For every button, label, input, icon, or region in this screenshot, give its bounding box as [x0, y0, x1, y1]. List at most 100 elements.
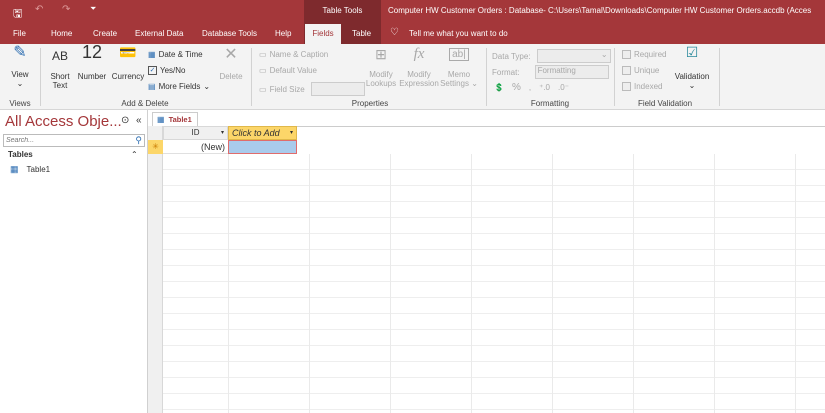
- format-label: Format:: [492, 67, 520, 77]
- number-label: Number: [77, 72, 107, 81]
- nav-item-table1[interactable]: ▦ Table1: [10, 164, 50, 175]
- indexed-checkbox[interactable]: Indexed: [622, 82, 662, 91]
- document-tab-label: Table1: [168, 115, 192, 124]
- date-time-button[interactable]: ▦ Date & Time: [148, 50, 203, 59]
- memo-icon: ab|: [449, 48, 469, 61]
- data-type-label: Data Type:: [492, 51, 531, 61]
- column-header-click-to-add[interactable]: Click to Add ▾: [228, 126, 297, 140]
- group-label-field-validation: Field Validation: [637, 99, 693, 108]
- redo-icon[interactable]: ↷: [62, 4, 70, 15]
- sort-filter-dropdown-icon[interactable]: ▾: [221, 127, 224, 139]
- customize-qat-icon[interactable]: ⏷: [90, 4, 96, 14]
- group-label-views: Views: [9, 99, 31, 108]
- more-fields-button[interactable]: ▤ More Fields ⌄: [148, 82, 210, 91]
- more-fields-label: More Fields: [158, 82, 201, 91]
- column-header-id[interactable]: ID ▾: [163, 126, 228, 140]
- tab-file[interactable]: File: [13, 29, 26, 38]
- document-tab-table1[interactable]: ▦ Table1: [152, 112, 198, 126]
- add-field-dropdown-icon[interactable]: ▾: [290, 127, 293, 139]
- default-value-icon: ▭: [259, 66, 267, 75]
- search-icon[interactable]: ⚲: [135, 135, 142, 146]
- lightbulb-icon: ♡: [390, 27, 399, 38]
- datasheet-area: ▦ Table1 ID ▾ Click to Add ▾ ✳ (New): [148, 110, 825, 413]
- new-record-id-cell[interactable]: (New): [163, 140, 228, 154]
- tab-table[interactable]: Table: [352, 29, 371, 38]
- currency-format-icon[interactable]: 💲: [494, 83, 504, 92]
- format-row: Format: Formatting: [492, 65, 609, 79]
- percent-button[interactable]: %: [512, 82, 521, 93]
- unique-label: Unique: [634, 66, 660, 75]
- format-select[interactable]: Formatting: [534, 65, 609, 79]
- currency-label: Currency: [111, 72, 145, 81]
- nav-item-label: Table1: [26, 165, 51, 174]
- date-time-label: Date & Time: [158, 50, 203, 59]
- comma-button[interactable]: ,: [529, 83, 531, 92]
- decrease-decimals-icon[interactable]: .0⁻: [558, 83, 569, 92]
- nav-section-tables[interactable]: Tables: [8, 150, 33, 159]
- required-checkbox[interactable]: Required: [622, 50, 666, 59]
- table-icon: ▦: [10, 164, 19, 174]
- group-label-add-delete: Add & Delete: [121, 99, 169, 108]
- checkbox-icon: ✓: [148, 66, 157, 75]
- default-value-label: Default Value: [269, 66, 317, 75]
- more-fields-icon: ▤: [148, 82, 156, 91]
- new-record-marker[interactable]: ✳: [148, 140, 163, 154]
- shutter-bar-close-icon[interactable]: «: [136, 115, 142, 126]
- name-caption-icon: ▭: [259, 50, 267, 59]
- modify-lookups-label: Modify Lookups: [365, 70, 397, 88]
- context-group-label: Table Tools: [322, 6, 363, 15]
- row-selector-column: [148, 126, 163, 413]
- view-icon: ✎: [13, 44, 27, 61]
- table-icon: ▦: [157, 115, 165, 124]
- tab-home[interactable]: Home: [51, 29, 72, 38]
- number-format-buttons: 💲 % , ⁺.0 .0⁻: [494, 82, 569, 93]
- field-size-row: ▭ Field Size: [259, 82, 365, 96]
- title-bar: 🖫 ↶ ↷ ⏷ Table Tools Computer HW Customer…: [0, 0, 825, 22]
- search-box: ⚲: [3, 134, 145, 147]
- yes-no-label: Yes/No: [160, 66, 186, 75]
- currency-icon: 💳: [119, 44, 137, 60]
- field-size-icon: ▭: [259, 84, 267, 94]
- tab-fields[interactable]: Fields: [305, 24, 341, 44]
- undo-icon[interactable]: ↶: [35, 4, 43, 15]
- number-button[interactable]: 12 Number: [75, 42, 109, 81]
- view-button[interactable]: ✎ View ⌄: [6, 44, 34, 89]
- name-caption-button[interactable]: ▭ Name & Caption: [259, 50, 328, 59]
- new-record-field-cell[interactable]: [228, 140, 297, 154]
- tab-help[interactable]: Help: [275, 29, 291, 38]
- yes-no-button[interactable]: ✓ Yes/No: [148, 66, 186, 75]
- currency-button[interactable]: 💳 Currency: [110, 44, 146, 81]
- memo-settings-button[interactable]: ab| Memo Settings ⌄: [440, 48, 478, 88]
- delete-label: Delete: [219, 72, 243, 81]
- nav-menu-icon[interactable]: ⊙: [121, 115, 129, 126]
- data-type-select[interactable]: ⌄: [536, 49, 611, 63]
- validation-button[interactable]: ☑ Validation ⌄: [670, 45, 714, 90]
- modify-expression-button[interactable]: fx Modify Expression: [399, 46, 439, 89]
- search-input[interactable]: [4, 135, 129, 146]
- field-size-input[interactable]: [310, 82, 365, 96]
- nav-pane-title[interactable]: All Access Obje...: [5, 113, 122, 130]
- number-icon: 12: [81, 42, 103, 62]
- memo-settings-label: Memo Settings: [440, 70, 471, 88]
- navigation-pane: All Access Obje... ⊙ « ⚲ Tables ⌃ ▦ Tabl…: [0, 110, 148, 413]
- tab-external-data[interactable]: External Data: [135, 29, 183, 38]
- short-text-button[interactable]: AB Short Text: [47, 50, 73, 90]
- calendar-icon: ▦: [148, 50, 156, 59]
- fx-icon: fx: [413, 46, 425, 62]
- column-header-label: ID: [191, 128, 200, 137]
- view-label: View: [11, 70, 29, 79]
- group-label-formatting: Formatting: [530, 99, 570, 108]
- unique-checkbox[interactable]: Unique: [622, 66, 659, 75]
- modify-lookups-icon: ⊞: [375, 46, 387, 62]
- window-title: Computer HW Customer Orders : Database- …: [388, 6, 812, 15]
- default-value-button[interactable]: ▭ Default Value: [259, 66, 317, 75]
- tell-me-input[interactable]: Tell me what you want to do: [409, 29, 508, 38]
- collapse-section-icon[interactable]: ⌃: [131, 150, 138, 159]
- data-type-row: Data Type: ⌄: [492, 49, 611, 63]
- tab-create[interactable]: Create: [93, 29, 117, 38]
- delete-button[interactable]: ✕ Delete: [216, 47, 246, 82]
- modify-lookups-button[interactable]: ⊞ Modify Lookups: [364, 46, 398, 88]
- name-caption-label: Name & Caption: [269, 50, 329, 59]
- increase-decimals-icon[interactable]: ⁺.0: [539, 83, 550, 92]
- tab-database-tools[interactable]: Database Tools: [202, 29, 257, 38]
